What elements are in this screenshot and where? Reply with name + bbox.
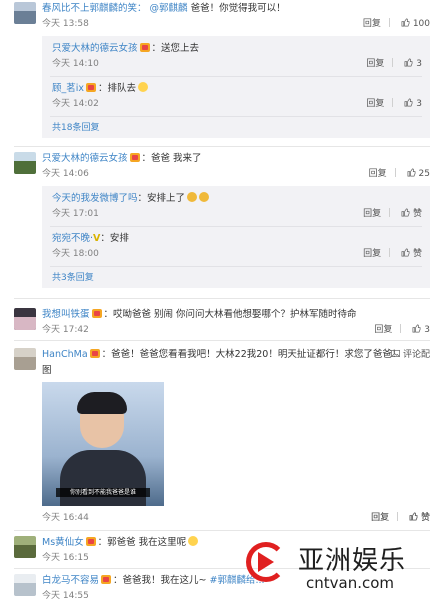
reply-time: 今天 14:02 — [52, 99, 99, 109]
comment-time: 今天 16:15 — [42, 553, 89, 563]
reply-time: 今天 14:10 — [52, 59, 99, 69]
comment-with-image-link[interactable]: 评论配 — [391, 348, 430, 362]
like-button[interactable]: 3 — [404, 98, 422, 109]
image-label: 图 — [42, 365, 52, 376]
reply-name[interactable]: 只爱大林的德云女孩 — [52, 43, 138, 54]
reply-time: 今天 17:01 — [52, 209, 99, 219]
thumb-up-icon — [401, 248, 410, 257]
reply-button[interactable]: 回复 — [363, 209, 381, 219]
reply-text: ：送您上去 — [151, 43, 200, 54]
vip-badge-icon — [85, 537, 96, 546]
reply-button[interactable]: 回复 — [366, 59, 384, 69]
commenter-name[interactable]: 春风比不上郭麒麟的笑： — [42, 3, 147, 14]
reply-thread-1: 只爱大林的德云女孩 ：送您上去 今天 14:10 回复 3 顾_茗ix ：排队去 今… — [42, 36, 430, 138]
reply-thread-2: 今天的我发微博了吗：安排上了 今天 17:01 回复 赞 宛宛不晚·V：安排 今… — [42, 186, 430, 288]
clap-emoji-icon — [199, 192, 210, 202]
like-button[interactable]: 100 — [401, 18, 430, 29]
thumb-up-icon — [404, 98, 413, 107]
comment-time: 今天 13:58 — [42, 19, 89, 29]
vip-badge-icon — [139, 43, 150, 52]
like-button[interactable]: 25 — [407, 168, 430, 179]
reply-time: 今天 18:00 — [52, 249, 99, 259]
reply-button[interactable]: 回复 — [363, 19, 381, 29]
thumb-up-icon — [401, 208, 410, 217]
thumb-up-icon — [407, 168, 416, 177]
comment-time: 今天 14:55 — [42, 591, 89, 600]
like-button[interactable]: 赞 — [409, 512, 430, 523]
clap-emoji-icon — [187, 192, 198, 202]
vip-badge-icon — [101, 575, 112, 584]
vip-badge-icon — [129, 153, 140, 162]
mention-link[interactable]: @郭麒麟 — [150, 3, 188, 14]
commenter-name[interactable]: 白龙马不容易 — [42, 575, 99, 586]
comment-text: ：爸爸！爸爸您看看我吧！大林22我20！明天扯证都行！求您了爸爸！ — [101, 349, 402, 360]
thumb-up-icon — [404, 58, 413, 67]
comment-time: 今天 17:42 — [42, 325, 89, 335]
avatar[interactable] — [14, 308, 36, 330]
smile-emoji-icon — [138, 82, 149, 92]
avatar[interactable] — [14, 536, 36, 558]
like-button[interactable]: 赞 — [401, 208, 422, 219]
like-button[interactable]: 赞 — [401, 248, 422, 259]
site-watermark-logo: 亚洲娱乐 cntvan.com — [244, 538, 440, 600]
reply-text: ：安排上了 — [137, 193, 186, 204]
smile-emoji-icon — [188, 536, 199, 546]
thumb-up-icon — [409, 512, 418, 521]
reply-name[interactable]: 今天的我发微博了吗 — [52, 193, 138, 204]
commenter-name[interactable]: 我想叫铁蛋 — [42, 309, 90, 320]
avatar[interactable] — [14, 2, 36, 24]
reply-button[interactable]: 回复 — [374, 325, 392, 335]
comment-image[interactable]: 你别看到不能我爸爸是谁 — [42, 382, 164, 506]
reply-button[interactable]: 回复 — [366, 99, 384, 109]
vip-badge-icon — [91, 309, 102, 318]
watermark-title: 亚洲娱乐 — [298, 546, 407, 576]
like-button[interactable]: 3 — [404, 58, 422, 69]
comment-text: ：哎呦爸爸 别闹 你问问大林看他想娶哪个？护林军随时待命 — [103, 309, 357, 320]
image-icon — [391, 349, 401, 358]
reply-name[interactable]: 宛宛不晚· — [52, 233, 93, 244]
more-replies-link[interactable]: 共3条回复 — [52, 272, 94, 284]
avatar[interactable] — [14, 152, 36, 174]
commenter-name[interactable]: Ms黄仙女 — [42, 537, 84, 548]
like-button[interactable]: 3 — [412, 324, 430, 335]
comment-text: ：爸爸 我来了 — [141, 153, 202, 164]
thumb-up-icon — [401, 18, 410, 27]
avatar[interactable] — [14, 348, 36, 370]
reply-button[interactable]: 回复 — [371, 513, 389, 523]
watermark-site: cntvan.com — [306, 574, 395, 592]
comment-text: ：郭爸爸 我在这里呢 — [97, 537, 187, 548]
comment-time: 今天 16:44 — [42, 513, 89, 523]
comment-text: 爸爸！你觉得我可以！ — [190, 3, 286, 14]
reply-button[interactable]: 回复 — [363, 249, 381, 259]
commenter-name[interactable]: HanChMa — [42, 349, 88, 360]
play-icon — [258, 552, 274, 572]
reply-button[interactable]: 回复 — [369, 169, 387, 179]
vip-badge-icon — [89, 349, 100, 358]
comment-time: 今天 14:06 — [42, 169, 89, 179]
reply-text: ：排队去 — [98, 83, 137, 94]
avatar[interactable] — [14, 574, 36, 596]
more-replies-link[interactable]: 共18条回复 — [52, 122, 99, 134]
vip-badge-icon — [86, 83, 97, 92]
commenter-name[interactable]: 只爱大林的德云女孩 — [42, 153, 128, 164]
reply-text: ：安排 — [100, 233, 129, 244]
image-caption: 你别看到不能我爸爸是谁 — [56, 488, 150, 497]
thumb-up-icon — [412, 324, 421, 333]
reply-name[interactable]: 顾_茗ix — [52, 83, 84, 94]
comment-text: ：爸爸我！我在这儿~ — [113, 575, 207, 586]
